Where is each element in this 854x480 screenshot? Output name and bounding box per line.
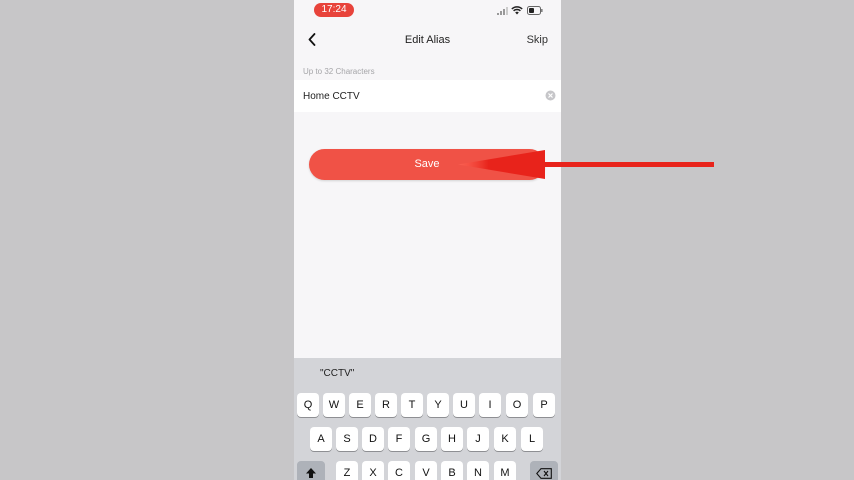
status-time: 17:24: [314, 3, 354, 17]
key[interactable]: L: [521, 427, 543, 451]
key[interactable]: T: [401, 393, 423, 417]
save-button[interactable]: Save: [309, 149, 545, 180]
key[interactable]: U: [453, 393, 475, 417]
status-bar: 17:24: [294, 0, 561, 22]
key[interactable]: Z: [336, 461, 358, 480]
key[interactable]: G: [415, 427, 437, 451]
key[interactable]: M: [494, 461, 516, 480]
signal-icon: [497, 7, 508, 15]
skip-button[interactable]: Skip: [527, 34, 548, 46]
backspace-key[interactable]: [530, 461, 558, 480]
key[interactable]: N: [467, 461, 489, 480]
key[interactable]: X: [362, 461, 384, 480]
key[interactable]: I: [479, 393, 501, 417]
shift-key[interactable]: [297, 461, 325, 480]
page-title: Edit Alias: [404, 34, 451, 46]
key[interactable]: A: [310, 427, 332, 451]
key[interactable]: P: [533, 393, 555, 417]
key[interactable]: R: [375, 393, 397, 417]
keyboard-suggestion[interactable]: "CCTV": [320, 368, 354, 379]
nav-bar: Edit Alias Skip: [294, 22, 561, 58]
key[interactable]: D: [362, 427, 384, 451]
keyboard: "CCTV" Q W E R T Y U I O P A S D F G H J…: [294, 358, 561, 480]
alias-input[interactable]: [303, 89, 523, 103]
key[interactable]: E: [349, 393, 371, 417]
key[interactable]: B: [441, 461, 463, 480]
shift-icon: [306, 468, 316, 478]
key[interactable]: Y: [427, 393, 449, 417]
key[interactable]: S: [336, 427, 358, 451]
battery-icon: [527, 6, 543, 15]
key[interactable]: C: [388, 461, 410, 480]
key[interactable]: O: [506, 393, 528, 417]
key[interactable]: Q: [297, 393, 319, 417]
character-limit-hint: Up to 32 Characters: [303, 67, 375, 76]
key[interactable]: K: [494, 427, 516, 451]
backspace-icon: [536, 468, 552, 479]
phone-screen: 17:24 Edit Alias Skip Up to 32 Character…: [294, 0, 561, 480]
key[interactable]: H: [441, 427, 463, 451]
key[interactable]: F: [388, 427, 410, 451]
key[interactable]: J: [467, 427, 489, 451]
key[interactable]: W: [323, 393, 345, 417]
key[interactable]: V: [415, 461, 437, 480]
alias-field-row: [294, 80, 561, 112]
wifi-icon: [511, 6, 523, 15]
clear-icon[interactable]: [545, 90, 556, 101]
